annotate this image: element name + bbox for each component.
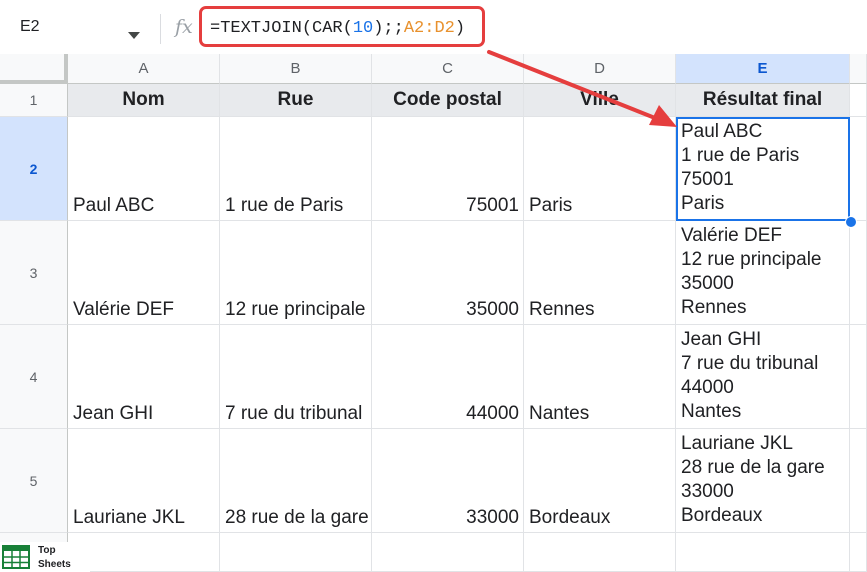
logo-line-2: Sheets xyxy=(38,559,71,570)
cell-d6[interactable] xyxy=(524,533,676,572)
row-header-4[interactable]: 4 xyxy=(0,325,68,429)
cell-e1[interactable]: Résultat final xyxy=(676,84,850,117)
name-box[interactable]: E2 xyxy=(0,8,160,48)
cell-b5[interactable]: 28 rue de la gare xyxy=(220,429,372,533)
spreadsheet-grid: A B C D E 1 2 3 4 5 Nom Rue Code postal … xyxy=(0,54,867,572)
fill-handle[interactable] xyxy=(845,216,857,228)
cell-f3[interactable] xyxy=(850,221,867,325)
result-line: 1 rue de Paris xyxy=(681,145,800,166)
result-line: 44000 xyxy=(681,377,734,398)
column-header-f[interactable] xyxy=(850,54,867,84)
formula-bar-separator xyxy=(160,14,161,44)
dropdown-caret-icon[interactable] xyxy=(128,32,140,39)
column-header-e[interactable]: E xyxy=(676,54,850,84)
cell-a5[interactable]: Lauriane JKL xyxy=(68,429,220,533)
result-line: 33000 xyxy=(681,481,734,502)
cell-e4[interactable]: Jean GHI 7 rue du tribunal 44000 Nantes xyxy=(676,325,850,429)
column-header-b[interactable]: B xyxy=(220,54,372,84)
cell-c6[interactable] xyxy=(372,533,524,572)
result-line: 28 rue de la gare xyxy=(681,457,825,478)
result-line: 7 rue du tribunal xyxy=(681,353,819,374)
cell-e2[interactable]: Paul ABC 1 rue de Paris 75001 Paris xyxy=(676,117,850,221)
column-header-a[interactable]: A xyxy=(68,54,220,84)
cell-a4[interactable]: Jean GHI xyxy=(68,325,220,429)
result-line: Valérie DEF xyxy=(681,225,783,246)
top-sheets-logo: Top Sheets xyxy=(0,542,90,572)
result-line: Bordeaux xyxy=(681,505,763,526)
result-line: 12 rue principale xyxy=(681,249,822,270)
cell-c3[interactable]: 35000 xyxy=(372,221,524,325)
select-all-corner[interactable] xyxy=(0,54,68,84)
cell-b3[interactable]: 12 rue principale xyxy=(220,221,372,325)
cell-reference: E2 xyxy=(20,18,40,35)
logo-text: Top Sheets xyxy=(38,544,71,572)
result-line: Rennes xyxy=(681,297,747,318)
row-header-2[interactable]: 2 xyxy=(0,117,68,221)
cell-b1[interactable]: Rue xyxy=(220,84,372,117)
cell-f6[interactable] xyxy=(850,533,867,572)
cell-d4[interactable]: Nantes xyxy=(524,325,676,429)
result-line: Paris xyxy=(681,193,725,214)
row-header-3[interactable]: 3 xyxy=(0,221,68,325)
result-line: Jean GHI xyxy=(681,329,762,350)
fx-icon: fx xyxy=(175,16,193,38)
cell-a3[interactable]: Valérie DEF xyxy=(68,221,220,325)
column-header-d[interactable]: D xyxy=(524,54,676,84)
logo-line-1: Top xyxy=(38,545,56,556)
cell-a6[interactable] xyxy=(68,533,220,572)
cell-b2[interactable]: 1 rue de Paris xyxy=(220,117,372,221)
cell-d2[interactable]: Paris xyxy=(524,117,676,221)
cell-e5[interactable]: Lauriane JKL 28 rue de la gare 33000 Bor… xyxy=(676,429,850,533)
cell-c4[interactable]: 44000 xyxy=(372,325,524,429)
cell-a2[interactable]: Paul ABC xyxy=(68,117,220,221)
result-line: Lauriane JKL xyxy=(681,433,793,454)
result-line: 35000 xyxy=(681,273,734,294)
cell-f2[interactable] xyxy=(850,117,867,221)
cell-f4[interactable] xyxy=(850,325,867,429)
formula-bar: E2 fx =TEXTJOIN(CAR(10);;A2:D2) xyxy=(0,0,867,55)
cell-a1[interactable]: Nom xyxy=(68,84,220,117)
cell-c1[interactable]: Code postal xyxy=(372,84,524,117)
cell-d5[interactable]: Bordeaux xyxy=(524,429,676,533)
cell-e6[interactable] xyxy=(676,533,850,572)
cell-e3[interactable]: Valérie DEF 12 rue principale 35000 Renn… xyxy=(676,221,850,325)
cell-f1[interactable] xyxy=(850,84,867,117)
result-line: Nantes xyxy=(681,401,742,422)
cell-d1[interactable]: Ville xyxy=(524,84,676,117)
column-header-c[interactable]: C xyxy=(372,54,524,84)
result-line: 75001 xyxy=(681,169,734,190)
formula-highlight-box xyxy=(199,6,485,47)
cell-d3[interactable]: Rennes xyxy=(524,221,676,325)
spreadsheet-logo-icon xyxy=(2,545,30,569)
row-header-1[interactable]: 1 xyxy=(0,84,68,117)
row-header-5[interactable]: 5 xyxy=(0,429,68,533)
cell-c5[interactable]: 33000 xyxy=(372,429,524,533)
result-line: Paul ABC xyxy=(681,121,763,142)
cell-c2[interactable]: 75001 xyxy=(372,117,524,221)
cell-b6[interactable] xyxy=(220,533,372,572)
cell-f5[interactable] xyxy=(850,429,867,533)
cell-b4[interactable]: 7 rue du tribunal xyxy=(220,325,372,429)
